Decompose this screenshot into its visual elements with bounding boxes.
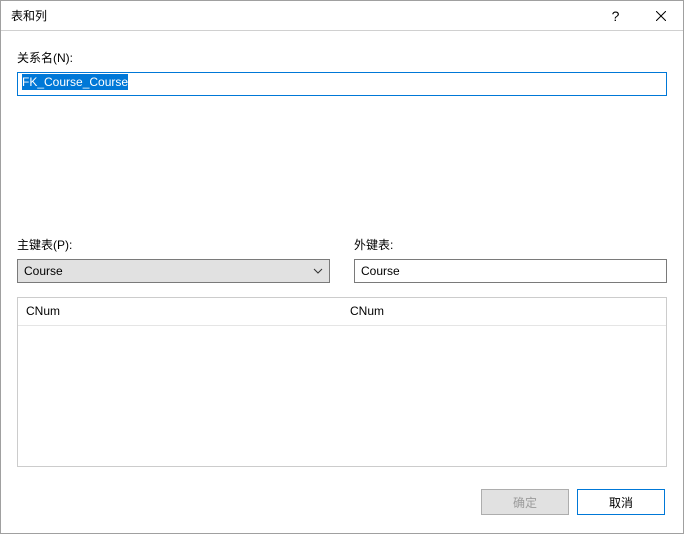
foreign-column-cell[interactable]: CNum [342,298,666,325]
relation-name-label: 关系名(N): [17,49,667,66]
window-title: 表和列 [11,7,593,24]
dialog-content: 关系名(N): FK_Course_Course 主键表(P): Course … [1,31,683,477]
help-icon: ? [612,8,620,24]
primary-table-value: Course [24,264,63,278]
ok-button[interactable]: 确定 [481,489,569,515]
table-row[interactable]: CNum CNum [18,298,666,326]
columns-table: CNum CNum [17,297,667,468]
foreign-table-label: 外键表: [354,236,667,253]
help-button[interactable]: ? [593,1,638,31]
primary-table-dropdown[interactable]: Course [17,259,330,283]
close-icon [656,11,666,21]
primary-column-cell[interactable]: CNum [18,298,342,325]
relation-name-input[interactable]: FK_Course_Course [17,72,667,96]
chevron-down-icon [313,266,323,276]
close-button[interactable] [638,1,683,31]
primary-table-label: 主键表(P): [17,236,330,253]
foreign-table-field: Course [354,259,667,283]
title-bar: 表和列 ? [1,1,683,31]
relation-name-value: FK_Course_Course [22,74,128,90]
cancel-button[interactable]: 取消 [577,489,665,515]
dialog-footer: 确定 取消 [1,477,683,533]
foreign-table-value: Course [361,264,400,278]
